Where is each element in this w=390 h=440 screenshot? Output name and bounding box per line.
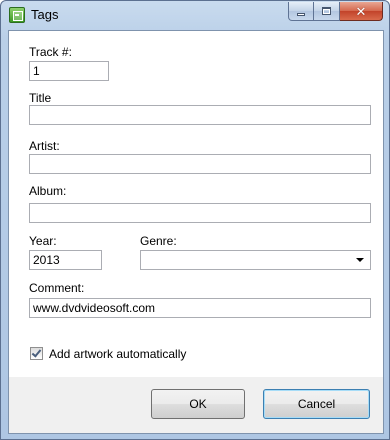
ok-button[interactable]: OK: [151, 389, 245, 419]
title-label: Title: [29, 91, 52, 105]
close-button[interactable]: ✕: [340, 2, 383, 21]
comment-field[interactable]: [29, 298, 371, 318]
minimize-icon: [297, 12, 305, 16]
maximize-button[interactable]: [314, 2, 340, 21]
artist-field[interactable]: [29, 154, 371, 174]
close-icon: ✕: [355, 3, 367, 19]
artwork-checkbox[interactable]: [30, 347, 43, 360]
title-field[interactable]: [29, 105, 371, 125]
minimize-button[interactable]: [288, 2, 314, 21]
chevron-down-icon: [356, 258, 364, 262]
genre-dropdown[interactable]: [140, 250, 371, 270]
maximize-icon: [322, 7, 331, 15]
genre-label: Genre:: [140, 234, 177, 248]
window-title: Tags: [31, 7, 59, 22]
track-label: Track #:: [29, 45, 72, 59]
year-label: Year:: [29, 234, 57, 248]
dialog-body: Track #: Title Artist: Album: Year: Genr…: [8, 30, 384, 434]
album-field[interactable]: [29, 203, 371, 223]
caption-buttons: ✕: [288, 2, 383, 21]
track-field[interactable]: [29, 61, 109, 81]
tags-dialog: Tags ✕ Track #: Title Artist: Album: Yea…: [0, 0, 390, 440]
title-bar[interactable]: Tags ✕: [1, 1, 389, 29]
artist-label: Artist:: [29, 139, 60, 153]
checkmark-icon: [31, 347, 42, 358]
cancel-button[interactable]: Cancel: [263, 389, 370, 419]
comment-label: Comment:: [29, 281, 85, 295]
album-label: Album:: [29, 184, 67, 198]
tag-fields-panel: Track #: Title Artist: Album: Year: Genr…: [9, 31, 383, 377]
app-icon: [9, 7, 25, 23]
artwork-checkbox-label[interactable]: Add artwork automatically: [49, 347, 186, 361]
year-field[interactable]: [29, 250, 102, 270]
